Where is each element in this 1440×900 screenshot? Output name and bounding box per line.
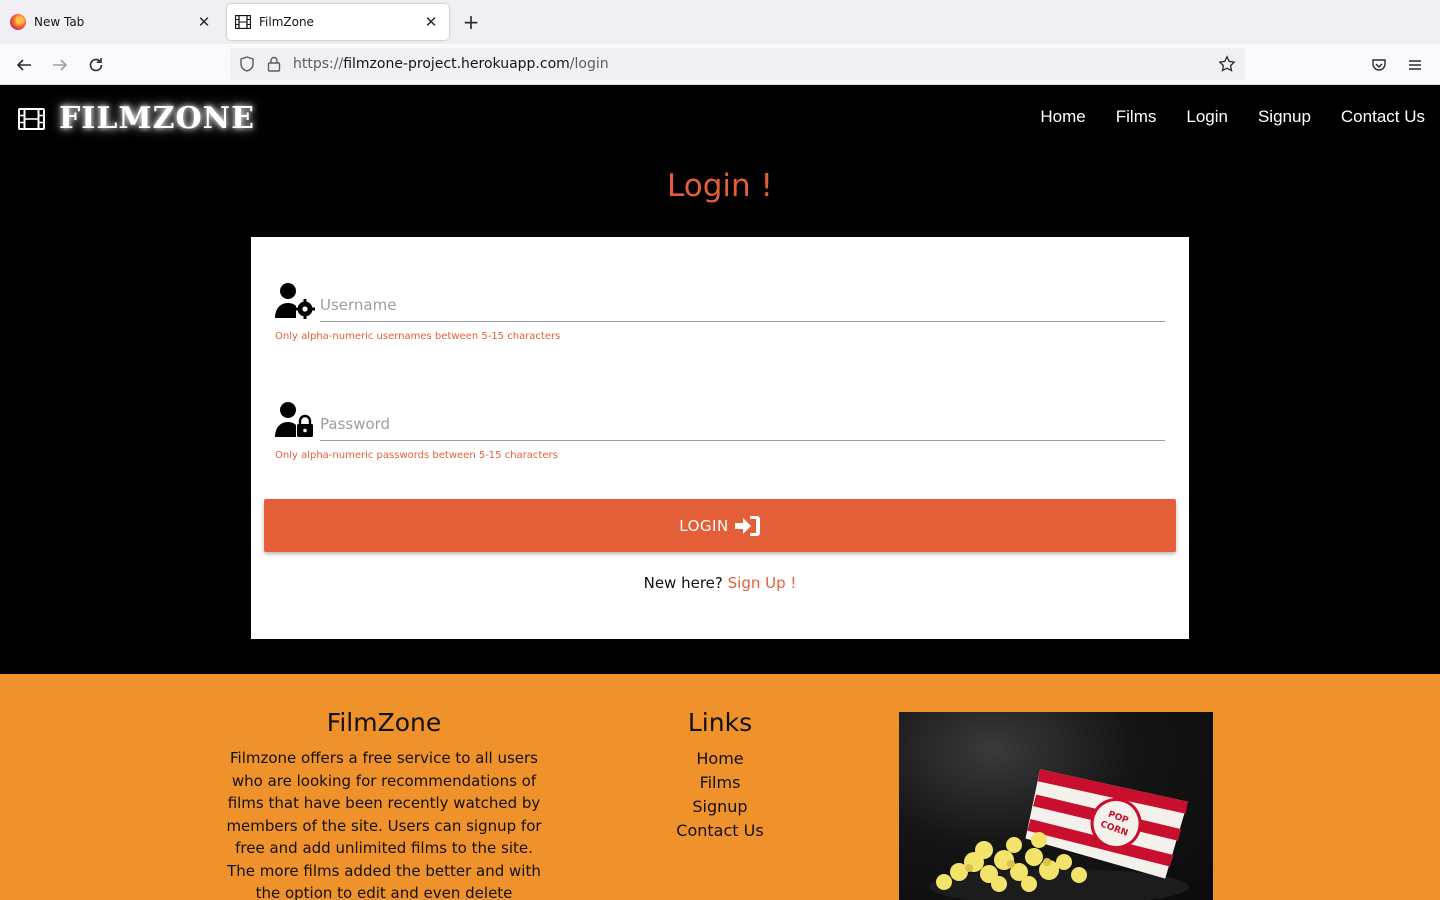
footer-link-signup[interactable]: Signup	[620, 795, 820, 819]
film-icon	[235, 15, 251, 29]
password-input[interactable]	[320, 407, 1165, 441]
new-here-text: New here?	[643, 574, 723, 592]
close-tab-icon[interactable]: ✕	[194, 12, 214, 32]
tab-title: New Tab	[34, 15, 85, 29]
footer-links: Links Home Films Signup Contact Us	[620, 708, 820, 843]
user-cog-icon	[275, 283, 315, 319]
pocket-icon[interactable]	[1366, 52, 1392, 78]
reload-icon[interactable]	[83, 52, 109, 78]
footer-link-contact[interactable]: Contact Us	[620, 819, 820, 843]
login-button-label: LOGIN	[679, 516, 729, 535]
footer-link-films[interactable]: Films	[620, 771, 820, 795]
nav-link-contact[interactable]: Contact Us	[1341, 107, 1425, 127]
app-menu-icon[interactable]	[1402, 52, 1428, 78]
forward-arrow-icon[interactable]	[47, 52, 73, 78]
footer-about: FilmZone Filmzone offers a free service …	[224, 708, 544, 900]
footer-links-title: Links	[687, 708, 753, 737]
lock-icon[interactable]	[265, 55, 283, 73]
signup-link[interactable]: Sign Up !	[728, 574, 797, 592]
footer-about-title: FilmZone	[326, 708, 442, 737]
nav-link-films[interactable]: Films	[1116, 107, 1157, 127]
shield-icon[interactable]	[238, 55, 256, 73]
tab-filmzone[interactable]: FilmZone ✕	[227, 4, 449, 40]
nav-link-home[interactable]: Home	[1040, 107, 1085, 127]
username-helper-text: Only alpha-numeric usernames between 5-1…	[275, 331, 561, 342]
tab-new-tab[interactable]: New Tab ✕	[6, 4, 222, 40]
username-input[interactable]	[320, 288, 1165, 322]
popcorn-image: POP CORN	[899, 712, 1213, 900]
login-card: Only alpha-numeric usernames between 5-1…	[251, 237, 1189, 639]
footer-link-home[interactable]: Home	[620, 747, 820, 771]
login-button[interactable]: LOGIN	[264, 499, 1176, 552]
browser-tab-strip: New Tab ✕ FilmZone ✕ +	[0, 0, 1440, 44]
nav-link-signup[interactable]: Signup	[1258, 107, 1311, 127]
password-helper-text: Only alpha-numeric passwords between 5-1…	[275, 450, 558, 461]
browser-toolbar: https://filmzone-project.herokuapp.com/l…	[0, 44, 1440, 85]
footer-about-text: Filmzone offers a free service to all us…	[226, 749, 542, 900]
page-title: Login !	[667, 168, 773, 204]
url-text[interactable]: https://filmzone-project.herokuapp.com/l…	[293, 56, 609, 72]
back-arrow-icon[interactable]	[11, 52, 37, 78]
film-icon	[18, 107, 45, 130]
main-nav: Home Films Login Signup Contact Us	[1040, 107, 1425, 127]
site-footer: FilmZone Filmzone offers a free service …	[0, 674, 1440, 900]
firefox-icon	[10, 14, 26, 30]
bookmark-star-icon[interactable]	[1218, 55, 1236, 73]
tab-title: FilmZone	[259, 15, 314, 29]
username-field	[275, 282, 1165, 332]
user-lock-icon	[275, 402, 313, 437]
nav-link-login[interactable]: Login	[1186, 107, 1228, 127]
sign-in-icon	[734, 515, 760, 536]
new-tab-button[interactable]: +	[460, 12, 482, 34]
address-bar[interactable]: https://filmzone-project.herokuapp.com/l…	[230, 48, 1245, 80]
site-logo[interactable]: FILMZONE	[18, 101, 255, 136]
signup-prompt: New here? Sign Up !	[251, 574, 1189, 592]
brand-name: FILMZONE	[59, 101, 255, 136]
password-field	[275, 401, 1165, 451]
close-tab-icon[interactable]: ✕	[421, 12, 441, 32]
page-content: FILMZONE Home Films Login Signup Contact…	[0, 85, 1440, 900]
